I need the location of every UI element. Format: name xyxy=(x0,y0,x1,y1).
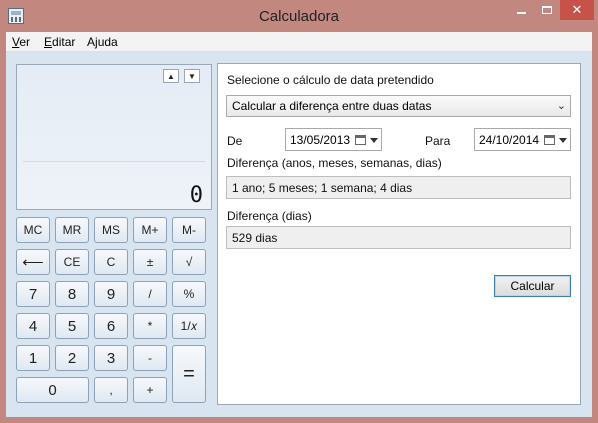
chevron-down-icon: ⌄ xyxy=(556,100,566,112)
menu-ver[interactable]: Ver xyxy=(12,35,30,49)
digit-4-button[interactable]: 4 xyxy=(16,313,50,339)
percent-button[interactable]: % xyxy=(172,281,206,307)
m-plus-button[interactable]: M+ xyxy=(133,217,167,243)
minimize-button[interactable] xyxy=(508,0,534,20)
ce-button[interactable]: CE xyxy=(55,249,89,275)
days-difference-label: Diferença (dias) xyxy=(227,209,312,223)
dropdown-arrow-icon[interactable] xyxy=(370,138,378,143)
m-minus-button[interactable]: M- xyxy=(172,217,206,243)
multiply-button[interactable]: * xyxy=(133,313,167,339)
digit-0-button[interactable]: 0 xyxy=(16,377,89,403)
menu-ajuda[interactable]: Ajuda xyxy=(87,35,118,49)
mc-button[interactable]: MC xyxy=(16,217,50,243)
menu-bar: Ver Editar Ajuda xyxy=(6,32,592,52)
triangle-down-icon: ▼ xyxy=(188,71,196,81)
digit-5-button[interactable]: 5 xyxy=(55,313,89,339)
client-area: Ver Editar Ajuda ▲ ▼ 0 MC MR MS M+ M- ⟵ … xyxy=(6,32,592,417)
calculation-mode-value: Calcular a diferença entre duas datas xyxy=(232,99,432,113)
calendar-icon[interactable] xyxy=(355,135,366,145)
close-button[interactable]: ✕ xyxy=(560,0,594,20)
to-date-picker[interactable]: 24/10/2014 xyxy=(474,128,571,151)
maximize-button[interactable] xyxy=(534,0,560,20)
digit-7-button[interactable]: 7 xyxy=(16,281,50,307)
divide-button[interactable]: / xyxy=(133,281,167,307)
c-button[interactable]: C xyxy=(94,249,128,275)
minimize-icon xyxy=(516,12,526,14)
equals-button[interactable]: = xyxy=(172,345,206,403)
digit-3-button[interactable]: 3 xyxy=(94,345,128,371)
backspace-button[interactable]: ⟵ xyxy=(16,249,50,275)
subtract-button[interactable]: - xyxy=(133,345,167,371)
square-root-button[interactable]: √ xyxy=(172,249,206,275)
calculation-mode-select[interactable]: Calcular a diferença entre duas datas ⌄ xyxy=(226,95,571,117)
to-label: Para xyxy=(425,134,451,148)
calculator-window: Calculadora ✕ Ver Editar Ajuda ▲ ▼ 0 MC … xyxy=(0,0,598,423)
history-down-button[interactable]: ▼ xyxy=(184,69,200,83)
reciprocal-button[interactable]: 1/𝑥 xyxy=(172,313,206,339)
close-icon: ✕ xyxy=(571,2,583,17)
digit-8-button[interactable]: 8 xyxy=(55,281,89,307)
date-calculation-panel: Selecione o cálculo de data pretendido C… xyxy=(217,63,581,405)
panel-heading: Selecione o cálculo de data pretendido xyxy=(227,73,434,87)
calculate-button[interactable]: Calcular xyxy=(494,275,571,297)
title-bar[interactable]: Calculadora ✕ xyxy=(0,0,598,32)
display-divider xyxy=(23,161,205,162)
digit-2-button[interactable]: 2 xyxy=(55,345,89,371)
digit-9-button[interactable]: 9 xyxy=(94,281,128,307)
plus-minus-button[interactable]: ± xyxy=(133,249,167,275)
dropdown-arrow-icon[interactable] xyxy=(559,138,567,143)
history-up-button[interactable]: ▲ xyxy=(163,69,179,83)
digit-6-button[interactable]: 6 xyxy=(94,313,128,339)
digit-1-button[interactable]: 1 xyxy=(16,345,50,371)
mr-button[interactable]: MR xyxy=(55,217,89,243)
triangle-up-icon: ▲ xyxy=(167,71,175,81)
days-difference-result: 529 dias xyxy=(226,226,571,249)
display-value: 0 xyxy=(189,183,203,208)
calendar-icon[interactable] xyxy=(544,135,555,145)
maximize-icon xyxy=(542,6,552,14)
difference-label: Diferença (anos, meses, semanas, dias) xyxy=(227,156,442,170)
difference-result: 1 ano; 5 meses; 1 semana; 4 dias xyxy=(226,176,571,199)
ms-button[interactable]: MS xyxy=(94,217,128,243)
from-date-value: 13/05/2013 xyxy=(290,132,351,147)
add-button[interactable]: + xyxy=(133,377,167,403)
from-date-picker[interactable]: 13/05/2013 xyxy=(285,128,382,151)
decimal-button[interactable]: , xyxy=(94,377,128,403)
from-label: De xyxy=(227,134,243,148)
menu-editar[interactable]: Editar xyxy=(44,35,75,49)
calculator-display: ▲ ▼ 0 xyxy=(16,64,212,210)
to-date-value: 24/10/2014 xyxy=(479,132,540,147)
